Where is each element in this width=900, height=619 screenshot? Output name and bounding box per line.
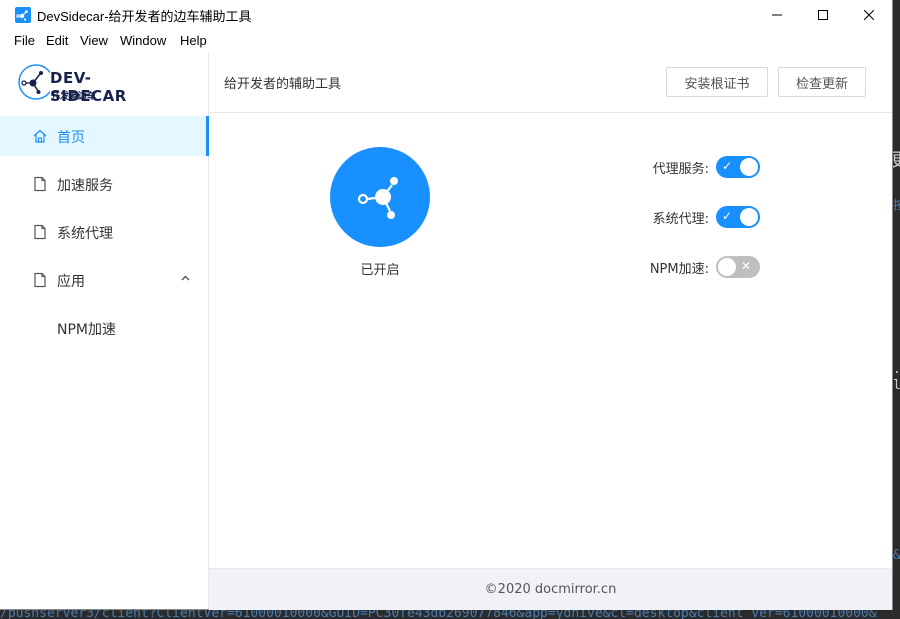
switch-label: 系统代理: [652,212,709,227]
sidebar-item-system-proxy[interactable]: 系统代理 [0,212,208,252]
npm-speed-switch[interactable]: ✕ [716,256,760,278]
menu-bar: File Edit View Window Help [0,30,892,52]
check-update-button[interactable]: 检查更新 [778,67,866,97]
background-text: .. [893,362,900,377]
sidebar-item-speed-service[interactable]: 加速服务 [0,164,208,204]
switch-label: NPM加速: [649,262,709,277]
sidebar-item-label: NPM加速 [57,322,116,338]
sidebar-item-label: 首页 [57,130,85,146]
menu-file[interactable]: File [14,33,35,48]
logo-icon [18,64,50,100]
proxy-service-row: 代理服务: ✓ [609,155,769,179]
install-cert-button[interactable]: 安装根证书 [666,67,768,97]
background-url-text: /pushserver3/client?ClientVer=6100001000… [0,609,877,619]
sidebar-item-apps[interactable]: 应用 [0,260,208,300]
background-text: & [893,548,900,563]
switch-knob [740,208,758,226]
npm-speed-row: NPM加速: ✕ [609,255,769,279]
menu-view[interactable]: View [80,33,108,48]
sidecar-icon [357,177,398,219]
check-icon: ✓ [722,209,733,223]
page-title: 给开发者的辅助工具 [224,77,342,92]
check-icon: ✓ [722,159,733,173]
menu-help[interactable]: Help [180,33,207,48]
title-bar: DevSidecar-给开发者的边车辅助工具 [0,0,892,30]
sidebar: DEV-SIDECAR 开发者边车 首页 加速服务 系统代理 应用 NPM加速 [0,52,209,609]
system-proxy-switch[interactable]: ✓ [716,206,760,228]
maximize-icon [818,10,828,20]
app-window: DevSidecar-给开发者的边车辅助工具 File Edit View Wi… [0,0,892,610]
maximize-button[interactable] [800,0,846,30]
close-icon: ✕ [741,259,752,273]
background-text: 更 [891,146,900,172]
menu-edit[interactable]: Edit [46,33,68,48]
sidebar-item-label: 应用 [57,274,85,290]
home-icon [33,129,47,143]
footer: ©2020 docmirror.cn [209,568,892,610]
logo: DEV-SIDECAR 开发者边车 [18,60,168,105]
sidebar-item-label: 加速服务 [57,178,113,194]
file-icon [34,176,46,192]
sidebar-item-home[interactable]: 首页 [0,116,209,156]
background-text: le [893,378,900,393]
menu-window[interactable]: Window [120,33,166,48]
switch-knob [718,258,736,276]
background-text: 按 [893,198,900,212]
logo-subtitle: 开发者边车 [51,92,97,102]
chevron-up-icon [181,275,190,281]
proxy-service-switch[interactable]: ✓ [716,156,760,178]
app-icon [15,7,31,23]
minimize-button[interactable] [754,0,800,30]
sidebar-item-npm-speed[interactable]: NPM加速 [0,308,208,348]
main-content: 已开启 代理服务: ✓ 系统代理: ✓ NPM加速: ✕ [209,113,892,568]
close-button[interactable] [846,0,892,30]
file-icon [34,272,46,288]
system-proxy-row: 系统代理: ✓ [609,205,769,229]
window-title: DevSidecar-给开发者的边车辅助工具 [37,9,252,24]
sidebar-item-label: 系统代理 [57,226,113,242]
switch-knob [740,158,758,176]
status-text: 已开启 [360,263,400,278]
close-icon [864,10,874,20]
start-toggle-button[interactable] [330,147,430,247]
switch-label: 代理服务: [652,162,709,177]
copyright-text: ©2020 docmirror.cn [484,582,617,597]
minimize-icon [772,14,782,16]
file-icon [34,224,46,240]
page-header: 给开发者的辅助工具 安装根证书 检查更新 [209,52,892,113]
